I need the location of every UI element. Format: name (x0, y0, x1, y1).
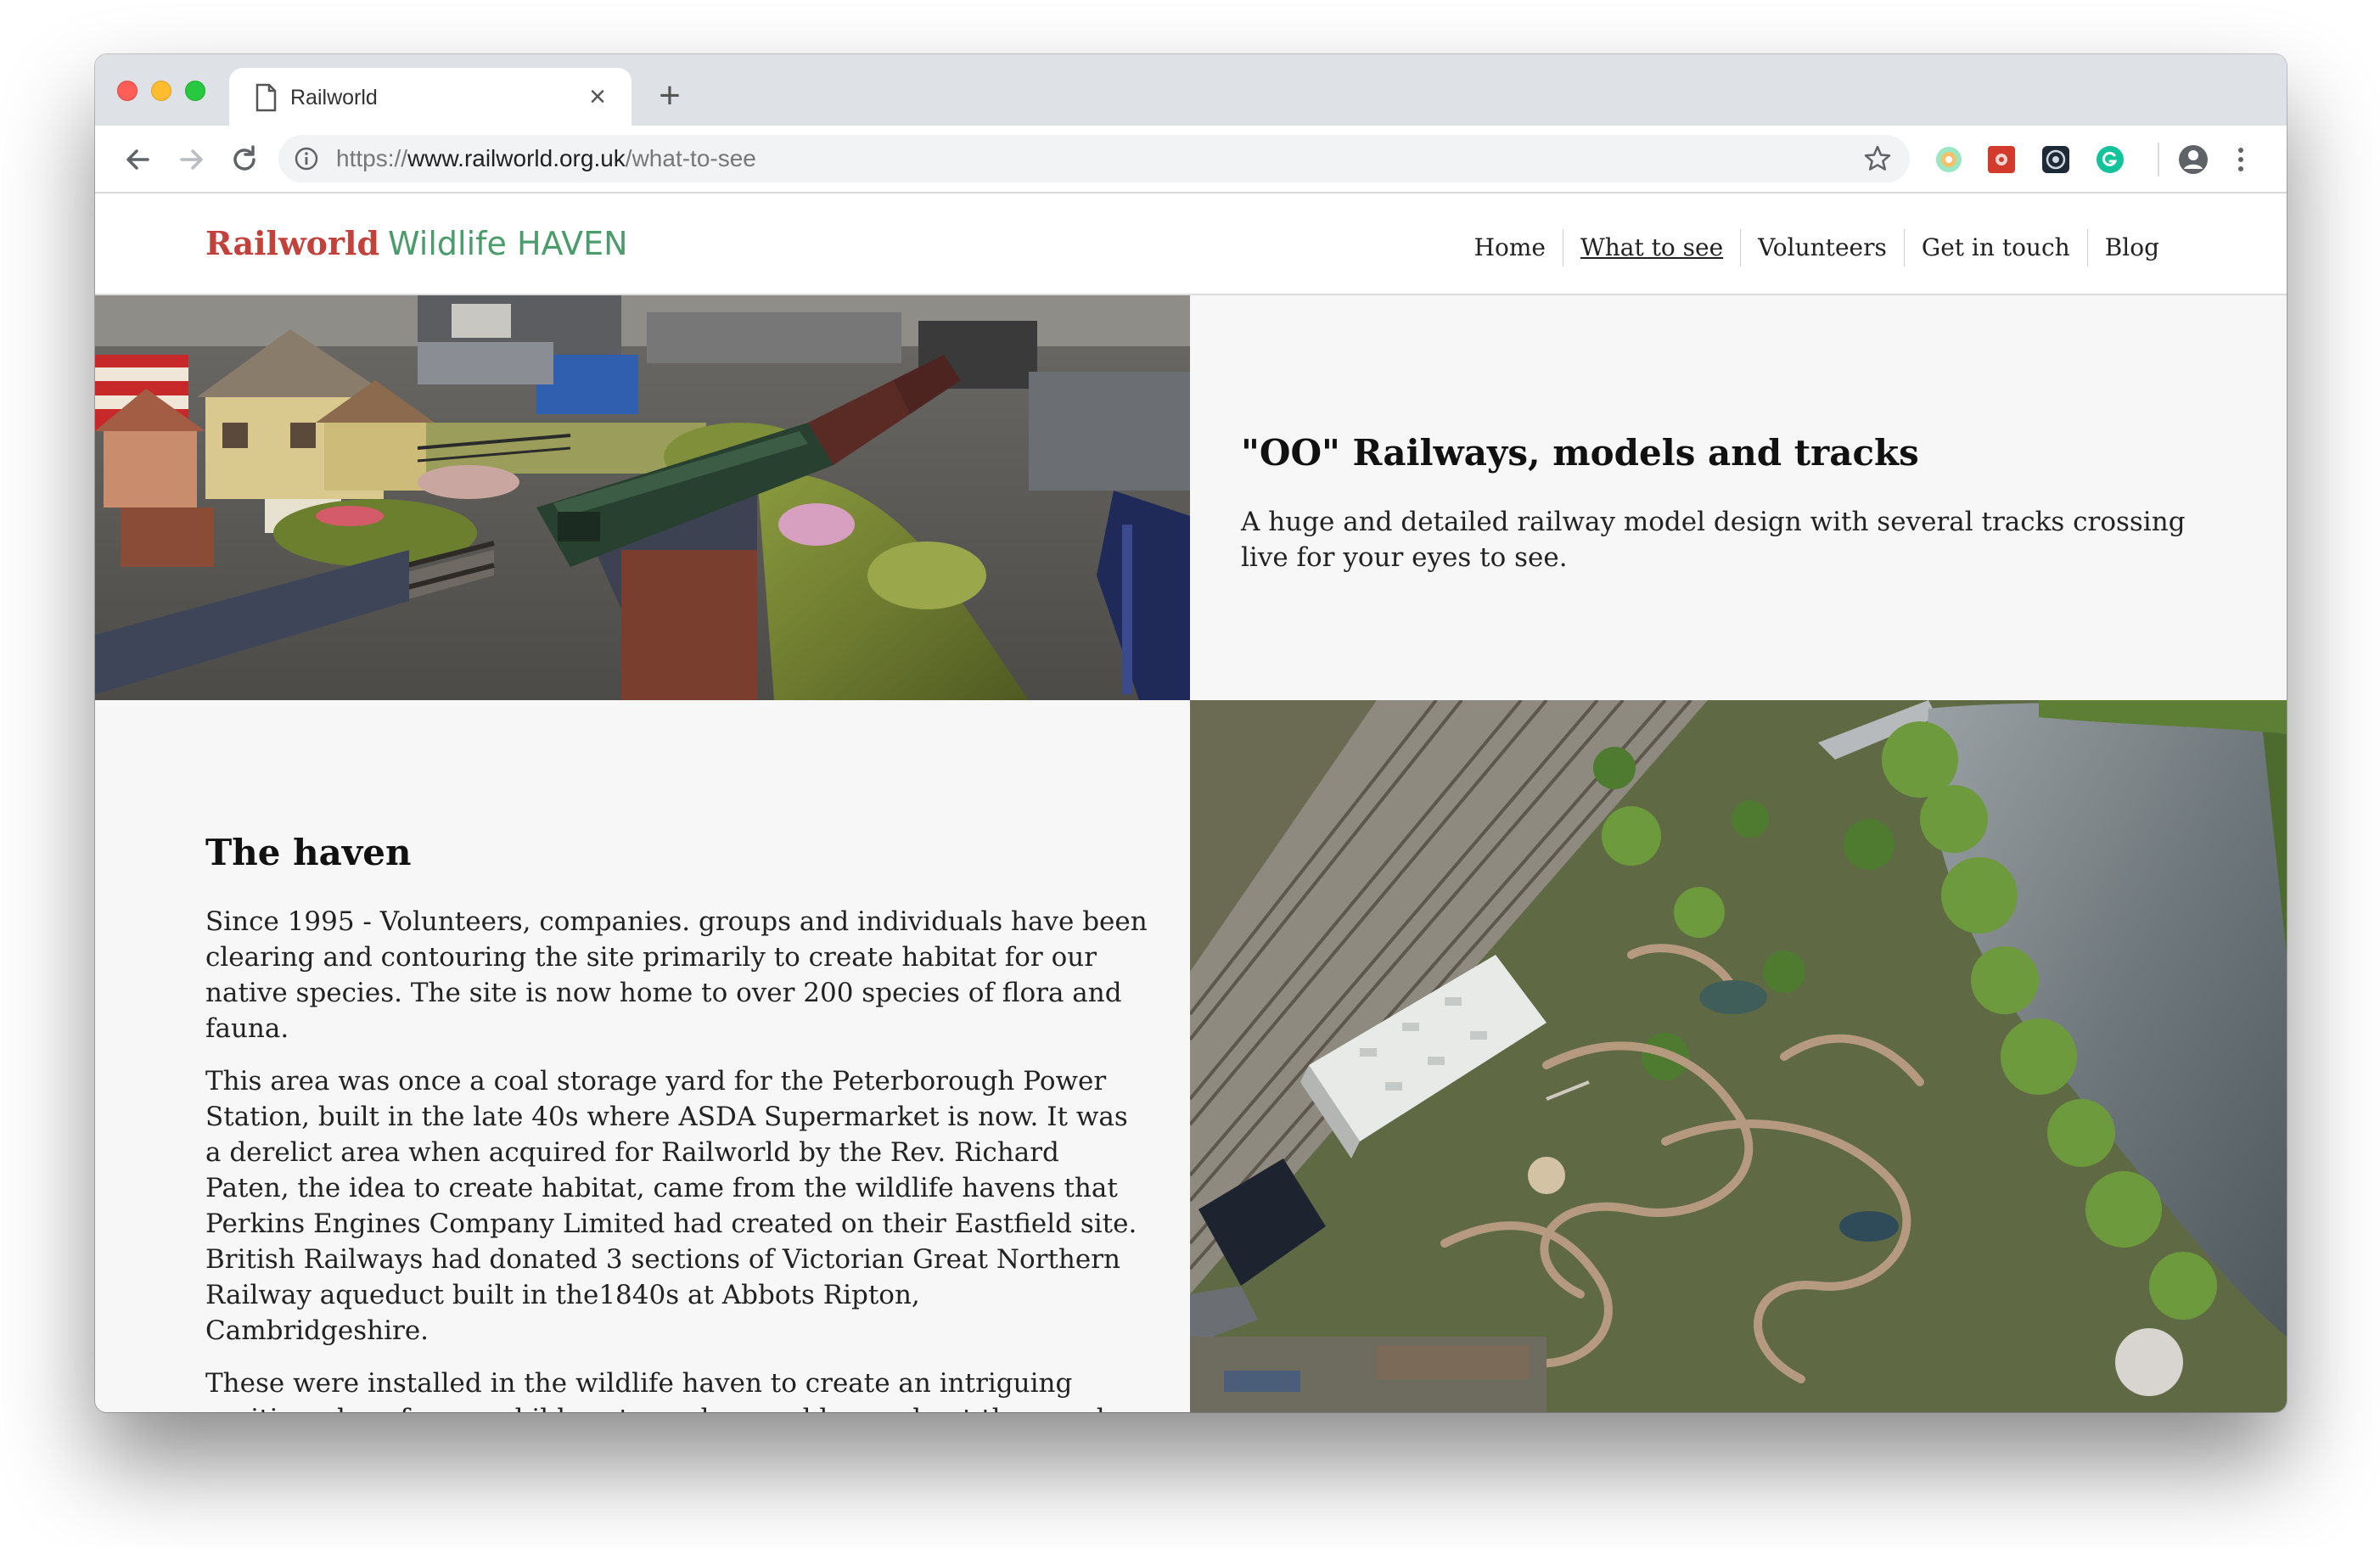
railways-description: A huge and detailed railway model design… (1241, 507, 2186, 573)
url-host: www.railworld.org.uk (407, 145, 626, 171)
info-icon[interactable] (294, 146, 319, 171)
nav-get-in-touch[interactable]: Get in touch (1903, 229, 2087, 266)
new-tab-button[interactable]: + (648, 75, 691, 117)
haven-paragraph: This area was once a coal storage yard f… (205, 1066, 1137, 1346)
tab-title: Railworld (290, 86, 378, 109)
main-nav: Home What to see Volunteers Get in touch… (1457, 229, 2176, 266)
back-icon[interactable] (117, 139, 158, 180)
url-scheme: https:// (336, 145, 408, 171)
haven-paragraph: Since 1995 - Volunteers, companies. grou… (205, 906, 1148, 1044)
extension-dark-icon[interactable] (2040, 144, 2071, 175)
url-text[interactable]: https://www.railworld.org.uk/what-to-see (336, 145, 756, 172)
tab-strip: Railworld × + (95, 54, 2287, 126)
extension-grammarly-icon[interactable] (2095, 144, 2125, 175)
railways-panel: "OO" Railways, models and tracks A huge … (1190, 295, 2287, 700)
zoom-window-button[interactable] (185, 81, 205, 101)
browser-window: Railworld × + https://www.railworld.org.… (95, 54, 2287, 1412)
star-icon[interactable] (1862, 143, 1893, 174)
nav-home[interactable]: Home (1457, 229, 1563, 266)
haven-heading: The haven (205, 832, 412, 873)
site-header: Railworld Wildlife HAVEN Home What to see… (95, 194, 2287, 295)
haven-body: Since 1995 - Volunteers, companies. grou… (205, 904, 1148, 1412)
logo-primary: Railworld (205, 224, 380, 262)
menu-icon[interactable] (2232, 143, 2249, 177)
haven-panel: The haven Since 1995 - Volunteers, compa… (95, 700, 1190, 1412)
model-railway-image (95, 295, 1190, 700)
profile-icon[interactable] (2176, 143, 2210, 177)
web-page: Railworld Wildlife HAVEN Home What to see… (95, 194, 2287, 1412)
nav-volunteers[interactable]: Volunteers (1740, 229, 1904, 266)
site-logo[interactable]: Railworld Wildlife HAVEN (205, 222, 628, 265)
browser-toolbar: https://www.railworld.org.uk/what-to-see (95, 126, 2287, 194)
browser-tab[interactable]: Railworld × (229, 68, 631, 126)
logo-secondary: Wildlife HAVEN (388, 225, 628, 262)
aerial-site-image (1190, 700, 2287, 1412)
minimize-window-button[interactable] (151, 81, 171, 101)
forward-icon[interactable] (171, 139, 212, 180)
nav-blog[interactable]: Blog (2086, 229, 2176, 266)
haven-paragraph: These were installed in the wildlife hav… (205, 1368, 1147, 1412)
extension-red-icon[interactable] (1986, 144, 2017, 175)
close-window-button[interactable] (117, 81, 138, 101)
extension-colorwheel-icon[interactable] (1934, 144, 1964, 175)
page-icon (255, 83, 277, 112)
tab-close-icon[interactable]: × (581, 80, 615, 114)
address-bar[interactable]: https://www.railworld.org.uk/what-to-see (278, 135, 1910, 182)
railways-heading: "OO" Railways, models and tracks (1241, 432, 1919, 474)
reload-icon[interactable] (224, 139, 265, 180)
nav-what-to-see[interactable]: What to see (1562, 229, 1740, 266)
url-path: /what-to-see (625, 145, 756, 171)
toolbar-separator (2158, 143, 2159, 177)
